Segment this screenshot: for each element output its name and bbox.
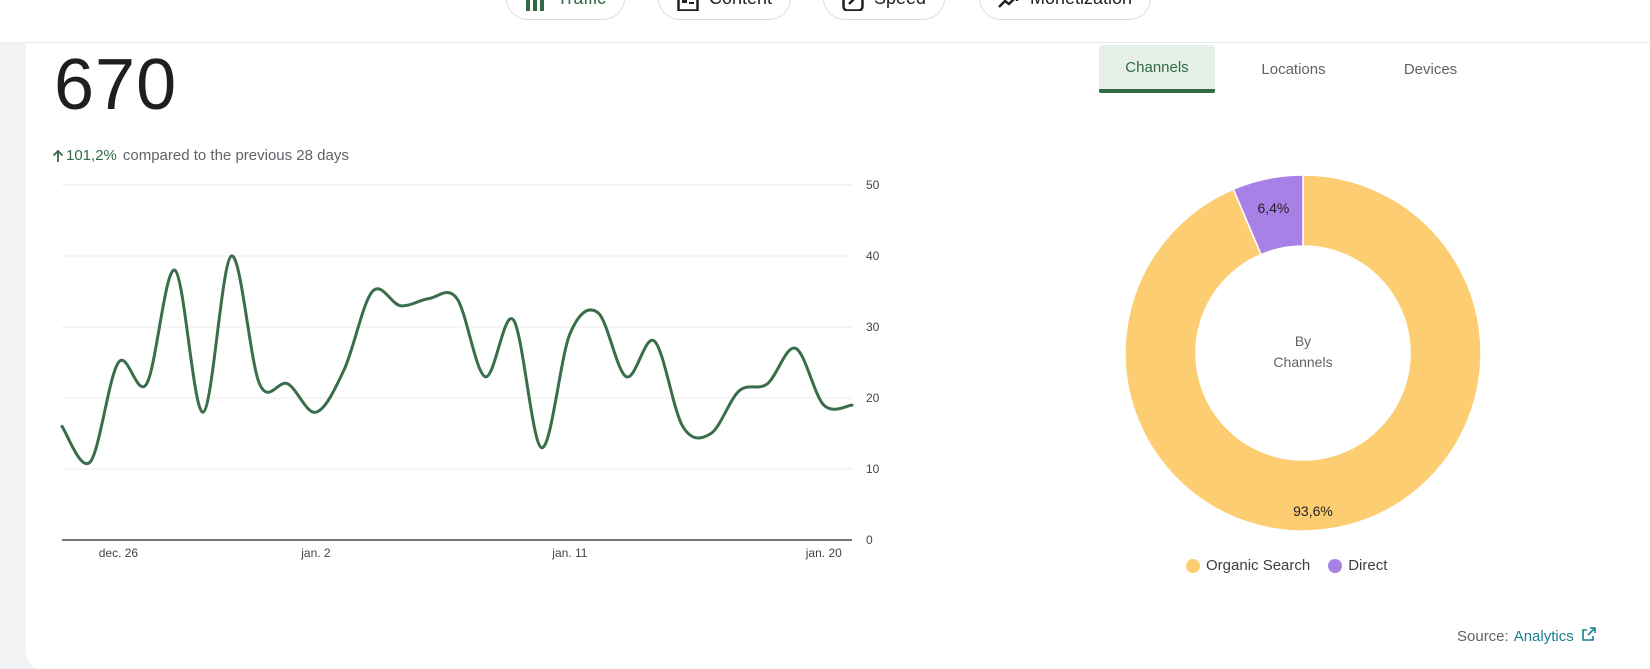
- donut-chart: 93,6% 6,4% By Channels: [1124, 174, 1482, 532]
- nav-speed-button[interactable]: Speed: [823, 0, 946, 20]
- nav-traffic-label: Traffic: [557, 0, 606, 9]
- speed-icon: [842, 0, 864, 11]
- y-tick-label: 20: [866, 391, 880, 405]
- nav-content-button[interactable]: Content: [658, 0, 792, 20]
- legend-swatch-direct: [1328, 558, 1343, 573]
- document-icon: [677, 0, 699, 11]
- donut-center-label-channels: Channels: [1273, 354, 1332, 370]
- series-line: [60, 254, 854, 466]
- nav-monetization-label: Monetization: [1030, 0, 1132, 9]
- nav-traffic-button[interactable]: Traffic: [506, 0, 626, 20]
- bar-chart-icon: [525, 0, 547, 11]
- y-tick-label: 0: [866, 533, 873, 547]
- traffic-card: 670 101,2% compared to the previous 28 d…: [26, 43, 1650, 669]
- nav-content-label: Content: [709, 0, 772, 9]
- top-nav: Traffic Content Speed Monetization: [0, 0, 1650, 43]
- legend-item-organic-search[interactable]: Organic Search: [1186, 557, 1310, 574]
- analytics-link[interactable]: Analytics: [1514, 628, 1574, 645]
- y-tick-label: 10: [866, 462, 880, 476]
- x-tick-label: jan. 11: [551, 546, 587, 560]
- external-link-icon[interactable]: [1581, 627, 1596, 645]
- source-attribution: Source: Analytics: [1457, 627, 1596, 645]
- donut-center-label-by: By: [1295, 333, 1311, 349]
- slice-label-direct: 6,4%: [1257, 200, 1289, 216]
- y-tick-label: 30: [866, 320, 880, 334]
- legend-item-direct[interactable]: Direct: [1328, 557, 1387, 574]
- y-tick-label: 40: [866, 249, 880, 263]
- x-tick-label: dec. 26: [99, 546, 139, 560]
- x-tick-label: jan. 20: [805, 546, 842, 560]
- nav-speed-label: Speed: [874, 0, 926, 9]
- line-chart: 0 10 20 30 40 50 dec. 26 jan. 2 jan. 11 jan. 20: [60, 178, 880, 560]
- legend-label-direct: Direct: [1348, 557, 1388, 574]
- y-tick-label: 50: [866, 178, 880, 192]
- legend-swatch-organic-search: [1186, 558, 1200, 573]
- nav-monetization-button[interactable]: Monetization: [979, 0, 1152, 20]
- breakdown-tabs: Channels Locations Devices: [1099, 45, 1499, 93]
- source-prefix: Source:: [1457, 627, 1509, 645]
- tab-locations[interactable]: Locations: [1225, 45, 1362, 93]
- tab-devices[interactable]: Devices: [1362, 45, 1499, 93]
- slice-label-organic-search: 93,6%: [1293, 503, 1333, 519]
- legend-label-organic-search: Organic Search: [1206, 557, 1311, 574]
- donut-legend: Organic Search Direct: [1186, 557, 1405, 574]
- tab-channels[interactable]: Channels: [1099, 45, 1215, 93]
- trend-icon: [998, 0, 1020, 11]
- x-tick-label: jan. 2: [300, 546, 331, 560]
